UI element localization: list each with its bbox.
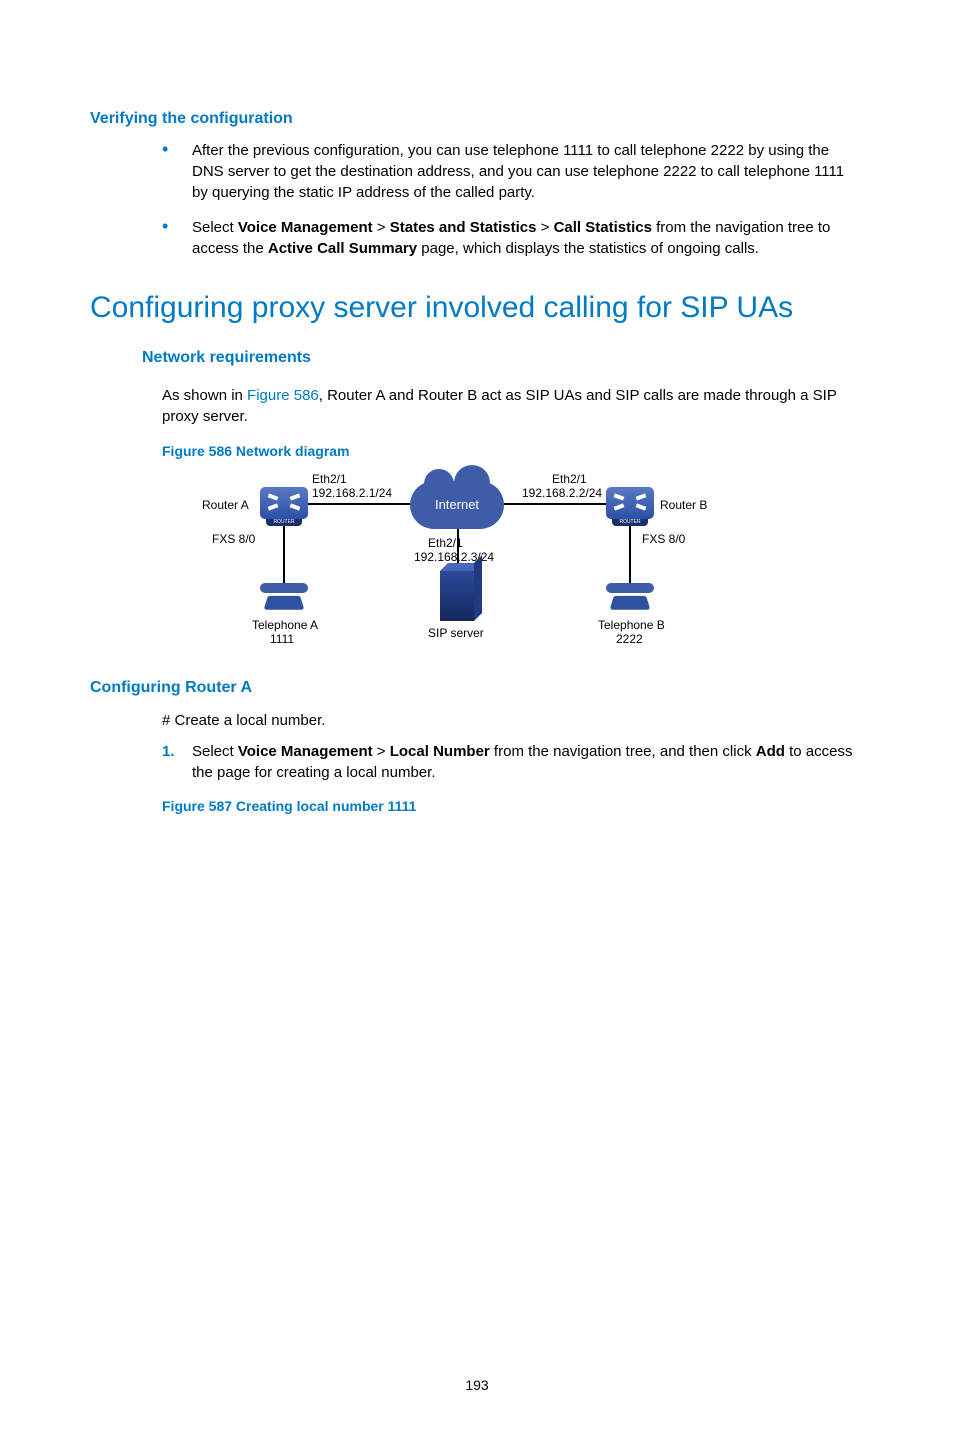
nav-sep: > [536,219,553,236]
steps-list: Select Voice Management > Local Number f… [162,741,864,783]
step-text-part: from the navigation tree, and then click [490,743,756,760]
nav-path-part: Local Number [390,743,490,760]
internet-cloud-icon: Internet [410,481,504,529]
figure-reference-link[interactable]: Figure 586 [247,387,319,404]
network-diagram: Router A ROUTER Eth2/1 192.168.2.1/24 In… [162,469,722,659]
heading-verifying: Verifying the configuration [90,108,864,130]
eth-b-ip-label: 192.168.2.2/24 [522,485,602,502]
sip-server-icon [440,571,474,621]
link-line [504,503,606,507]
nav-sep: > [373,219,390,236]
nav-sep: > [373,743,390,760]
figure-586-caption: Figure 586 Network diagram [162,442,864,462]
eth-a-ip-label: 192.168.2.1/24 [312,485,392,502]
heading-configuring-router-a: Configuring Router A [90,677,864,699]
list-item: Select Voice Management > Local Number f… [162,741,864,783]
list-item: Select Voice Management > States and Sta… [162,217,864,259]
page-name: Active Call Summary [268,240,417,257]
fxs-a-label: FXS 8/0 [212,531,255,548]
step-text-part: Select [192,743,238,760]
bullet-text-part: Select [192,219,238,236]
router-b-label: Router B [660,497,707,514]
router-a-label: Router A [202,497,249,514]
page-number: 193 [90,1376,864,1396]
nav-path-part: Call Statistics [554,219,652,236]
create-local-number-intro: # Create a local number. [162,710,864,731]
router-b-icon: ROUTER [606,487,654,519]
link-line [629,526,631,586]
telephone-a-number: 1111 [270,631,294,648]
internet-label: Internet [435,497,479,512]
telephone-b-number: 2222 [616,631,643,648]
nav-path-part: Voice Management [238,743,373,760]
sip-server-label: SIP server [428,625,484,642]
bullet-text-part: page, which displays the statistics of o… [417,240,759,257]
text-part: As shown in [162,387,247,404]
nav-path-part: States and Statistics [390,219,537,236]
add-button-name: Add [756,743,785,760]
verify-bullet-list: After the previous configuration, you ca… [162,140,864,259]
fxs-b-label: FXS 8/0 [642,531,685,548]
telephone-a-icon [262,581,306,611]
link-line [283,526,285,586]
list-item: After the previous configuration, you ca… [162,140,864,203]
router-a-icon: ROUTER [260,487,308,519]
heading-configuring-proxy: Configuring proxy server involved callin… [90,287,864,329]
link-line [308,503,410,507]
telephone-b-icon [608,581,652,611]
figure-587-caption: Figure 587 Creating local number 1111 [162,797,864,817]
bullet-text: After the previous configuration, you ca… [192,142,844,201]
nav-path-part: Voice Management [238,219,373,236]
heading-network-requirements: Network requirements [142,347,864,369]
netreq-paragraph: As shown in Figure 586, Router A and Rou… [162,385,864,427]
